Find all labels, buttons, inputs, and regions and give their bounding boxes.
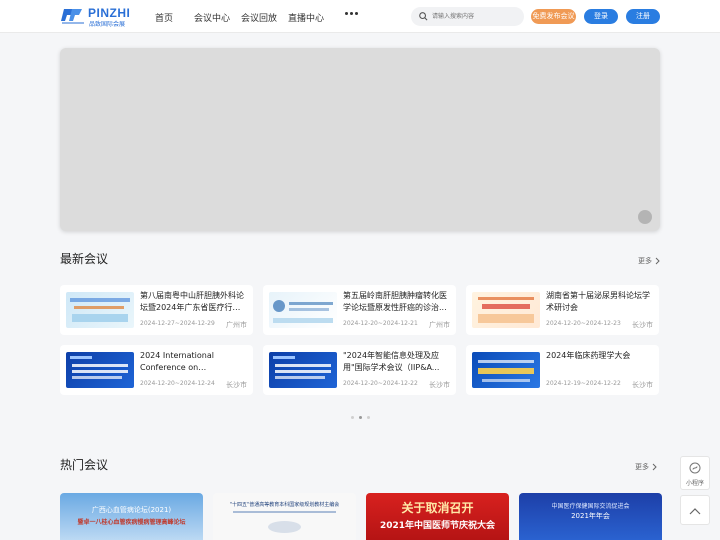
conference-card[interactable]: 湖南省第十届泌尿男科论坛学术研讨会 2024-12-20~2024-12-23 …	[466, 285, 659, 335]
conference-date: 2024-12-20~2024-12-21	[343, 320, 418, 327]
conference-thumbnail	[472, 292, 540, 328]
conference-city: 长沙市	[429, 381, 450, 389]
chevron-right-icon	[652, 463, 657, 471]
nav-replay[interactable]: 会议回放	[241, 11, 277, 24]
back-to-top-button[interactable]	[680, 495, 710, 525]
hot-banner-line1: 广西心血管病论坛(2021)	[91, 506, 172, 514]
nav-home[interactable]: 首页	[155, 11, 173, 24]
conference-city: 广州市	[429, 321, 450, 329]
search-box[interactable]	[411, 7, 524, 26]
conference-date: 2024-12-19~2024-12-22	[546, 380, 621, 387]
hot-banner-line1: "十四五"普通高等教育本科国家级规划教材主编会	[229, 502, 340, 508]
nav-live[interactable]: 直播中心	[288, 11, 324, 24]
conference-thumbnail	[472, 352, 540, 388]
hot-banner-line2: 2021年年会	[571, 512, 610, 520]
chevron-right-icon	[655, 257, 660, 265]
hot-conference-banner[interactable]: 关于取消召开 2021年中国医师节庆祝大会	[366, 493, 509, 540]
conference-thumbnail	[269, 352, 337, 388]
conference-card[interactable]: 2024 International Conference on Intelli…	[60, 345, 253, 395]
latest-section-title: 最新会议	[60, 252, 109, 266]
latest-pager[interactable]	[351, 416, 370, 420]
hot-conference-banner[interactable]: 中国医疗保健国际交流促进会 2021年年会	[519, 493, 662, 540]
conference-thumbnail	[66, 352, 134, 388]
login-button[interactable]: 登录	[584, 9, 618, 24]
hot-banner-line2: 暨卓一八桂心血管疾病慢病管理高峰论坛	[77, 519, 186, 526]
register-button[interactable]: 注册	[626, 9, 660, 24]
conference-title: 2024年临床药理学大会	[546, 351, 631, 360]
hot-more-link[interactable]: 更多	[635, 462, 657, 472]
nav-conference-center[interactable]: 会议中心	[194, 11, 230, 24]
brand-logo[interactable]: PINZHI 品致国际会展	[60, 6, 134, 28]
brand-subtitle: 品致国际会展	[89, 21, 126, 28]
conference-card[interactable]: 2024年临床药理学大会 2024-12-19~2024-12-22 长沙市	[466, 345, 659, 395]
latest-more-label: 更多	[638, 257, 652, 265]
pager-dot-active[interactable]	[359, 416, 362, 419]
conference-city: 长沙市	[632, 381, 653, 389]
conference-thumbnail	[66, 292, 134, 328]
mini-program-label: 小程序	[685, 480, 704, 487]
hero-banner[interactable]	[60, 48, 660, 231]
hot-conference-banner[interactable]: 广西心血管病论坛(2021) 暨卓一八桂心血管疾病慢病管理高峰论坛	[60, 493, 203, 540]
hot-banner-line2: 2021年中国医师节庆祝大会	[379, 521, 496, 531]
conference-card[interactable]: 第五届岭南肝胆胰肿瘤转化医学论坛暨原发性肝癌的诊治... 2024-12-20~…	[263, 285, 456, 335]
chevron-up-icon	[689, 508, 701, 515]
nav-more-icon[interactable]	[345, 12, 358, 15]
latest-more-link[interactable]: 更多	[638, 256, 660, 266]
hot-conference-banner[interactable]: "十四五"普通高等教育本科国家级规划教材主编会	[213, 493, 356, 540]
hot-more-label: 更多	[635, 463, 649, 471]
pager-dot[interactable]	[367, 416, 370, 419]
pager-dot[interactable]	[351, 416, 354, 419]
logo-mark-icon	[61, 9, 84, 24]
conference-thumbnail	[269, 292, 337, 328]
top-header: PINZHI 品致国际会展 首页 会议中心 会议回放 直播中心 免费发布会议 登…	[0, 0, 720, 33]
conference-date: 2024-12-27~2024-12-29	[140, 320, 215, 327]
mini-program-icon	[689, 462, 701, 474]
search-icon	[419, 12, 428, 21]
hot-banner-line1: 关于取消召开	[401, 501, 474, 515]
conference-title: 湖南省第十届泌尿男科论坛学术研讨会	[546, 291, 650, 312]
mini-program-widget[interactable]: 小程序	[680, 456, 710, 490]
conference-card[interactable]: 第八届南粤中山肝胆胰外科论坛暨2024年广东省医疗行业协会... 2024-12…	[60, 285, 253, 335]
conference-city: 长沙市	[632, 321, 653, 329]
conference-title: 第八届南粤中山肝胆胰外科论坛暨2024年广东省医疗行业协会...	[140, 291, 244, 312]
search-input[interactable]	[432, 10, 520, 23]
hot-banner-line1: 中国医疗保健国际交流促进会	[551, 503, 630, 510]
publish-conference-button[interactable]: 免费发布会议	[531, 9, 576, 24]
conference-date: 2024-12-20~2024-12-23	[546, 320, 621, 327]
carousel-indicator[interactable]	[638, 210, 652, 224]
conference-date: 2024-12-20~2024-12-24	[140, 380, 215, 387]
conference-title: "2024年智能信息处理及应用"国际学术会议（IIP&A...	[343, 351, 440, 372]
conference-city: 长沙市	[226, 381, 247, 389]
conference-date: 2024-12-20~2024-12-22	[343, 380, 418, 387]
conference-title: 第五届岭南肝胆胰肿瘤转化医学论坛暨原发性肝癌的诊治...	[343, 291, 447, 312]
conference-city: 广州市	[226, 321, 247, 329]
conference-card[interactable]: "2024年智能信息处理及应用"国际学术会议（IIP&A... 2024-12-…	[263, 345, 456, 395]
conference-title: 2024 International Conference on Intelli…	[140, 351, 214, 372]
hot-section-title: 热门会议	[60, 458, 109, 472]
brand-name: PINZHI	[88, 6, 131, 20]
